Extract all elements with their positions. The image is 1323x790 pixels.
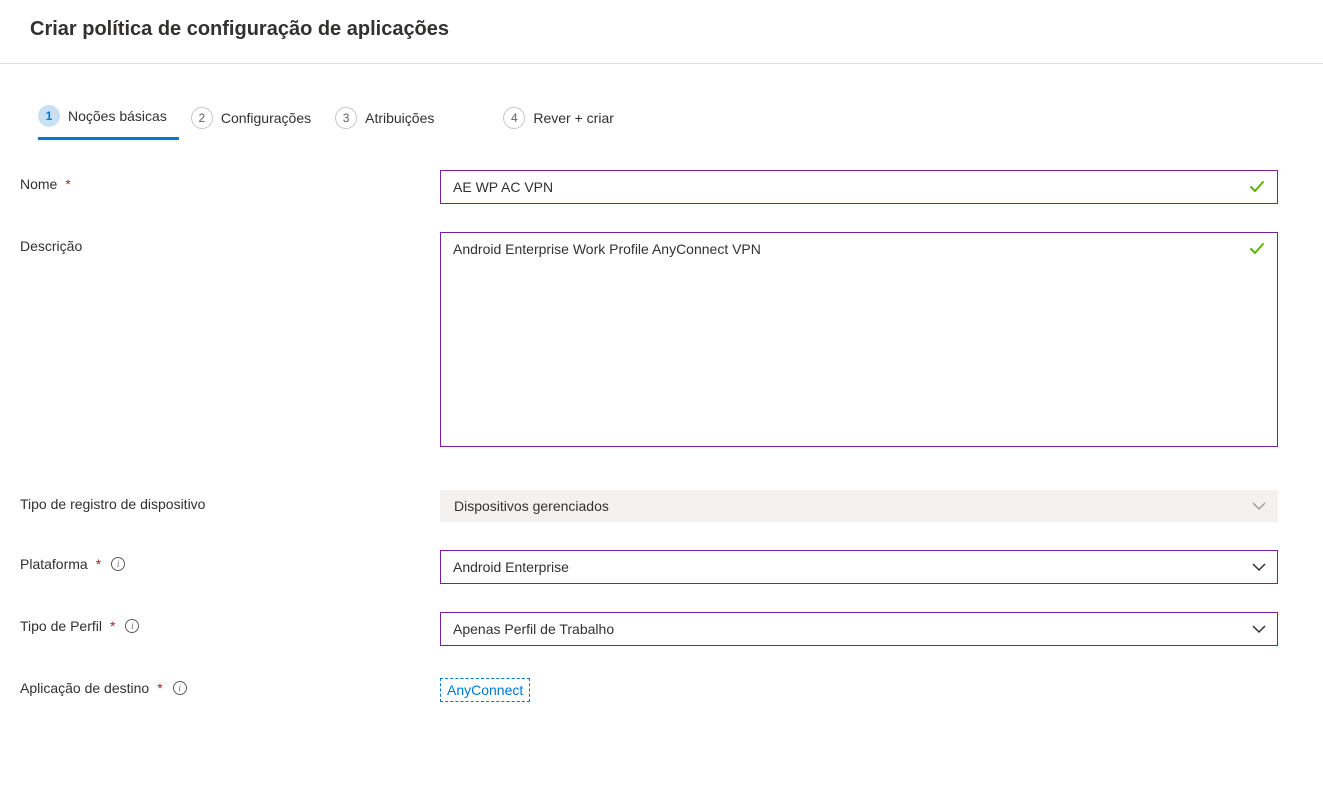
required-asterisk: * — [110, 618, 115, 634]
chevron-down-icon — [1252, 501, 1266, 511]
description-field[interactable] — [440, 232, 1278, 447]
page-header: Criar política de configuração de aplica… — [0, 0, 1323, 64]
row-target-app: Aplicação de destino * i AnyConnect — [20, 674, 1303, 702]
tab-step-number: 1 — [38, 105, 60, 127]
label-name: Nome * — [20, 170, 440, 192]
enrollment-type-select: Dispositivos gerenciados — [440, 490, 1278, 522]
info-icon[interactable]: i — [173, 681, 187, 695]
row-enrollment-type: Tipo de registro de dispositivo Disposit… — [20, 490, 1303, 522]
tab-basics[interactable]: 1 Noções básicas — [38, 99, 179, 140]
tab-settings[interactable]: 2 Configurações — [191, 101, 323, 139]
info-icon[interactable]: i — [125, 619, 139, 633]
required-asterisk: * — [157, 680, 162, 696]
target-app-link[interactable]: AnyConnect — [440, 678, 530, 702]
info-icon[interactable]: i — [111, 557, 125, 571]
tab-label: Atribuições — [365, 110, 434, 126]
name-field[interactable] — [440, 170, 1278, 204]
label-enrollment-type: Tipo de registro de dispositivo — [20, 490, 440, 512]
wizard-tabs: 1 Noções básicas 2 Configurações 3 Atrib… — [38, 99, 1303, 140]
required-asterisk: * — [96, 556, 101, 572]
row-name: Nome * — [20, 170, 1303, 204]
label-description: Descrição — [20, 232, 440, 254]
required-asterisk: * — [65, 176, 70, 192]
tab-step-number: 2 — [191, 107, 213, 129]
tab-assignments[interactable]: 3 Atribuições — [335, 101, 446, 139]
checkmark-icon — [1248, 240, 1266, 258]
tab-label: Rever + criar — [533, 110, 614, 126]
row-platform: Plataforma * i Android Enterprise — [20, 550, 1303, 584]
page-title: Criar política de configuração de aplica… — [30, 18, 1293, 41]
tab-label: Configurações — [221, 110, 311, 126]
profile-type-select[interactable]: Apenas Perfil de Trabalho — [440, 612, 1278, 646]
label-target-app: Aplicação de destino * i — [20, 674, 440, 696]
tab-step-number: 4 — [503, 107, 525, 129]
tab-step-number: 3 — [335, 107, 357, 129]
row-profile-type: Tipo de Perfil * i Apenas Perfil de Trab… — [20, 612, 1303, 646]
platform-select[interactable]: Android Enterprise — [440, 550, 1278, 584]
label-platform: Plataforma * i — [20, 550, 440, 572]
row-description: Descrição — [20, 232, 1303, 450]
form-content: 1 Noções básicas 2 Configurações 3 Atrib… — [0, 99, 1323, 760]
label-profile-type: Tipo de Perfil * i — [20, 612, 440, 634]
tab-label: Noções básicas — [68, 108, 167, 124]
tab-review-create[interactable]: 4 Rever + criar — [503, 101, 626, 139]
checkmark-icon — [1248, 178, 1266, 196]
